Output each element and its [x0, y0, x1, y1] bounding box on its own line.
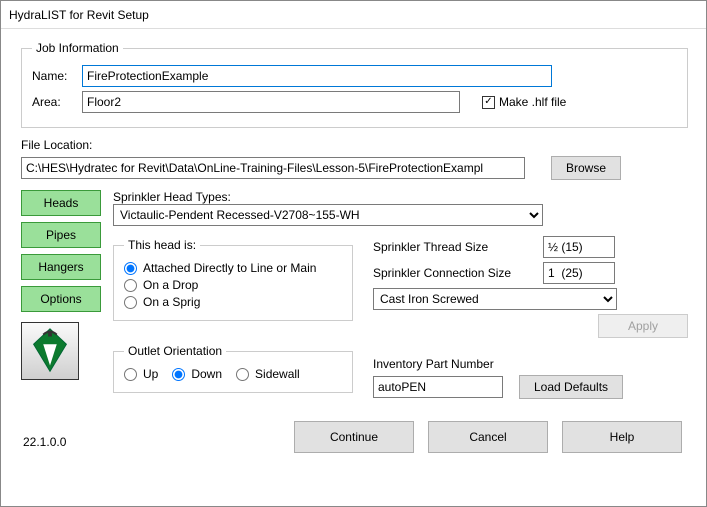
version-label: 22.1.0.0: [23, 435, 66, 449]
side-nav: Heads Pipes Hangers Options: [21, 190, 101, 403]
name-input[interactable]: [82, 65, 552, 87]
conn-size-input[interactable]: [543, 262, 615, 284]
this-head-group: This head is: Attached Directly to Line …: [113, 238, 353, 321]
tab-heads[interactable]: Heads: [21, 190, 101, 216]
load-defaults-button[interactable]: Load Defaults: [519, 375, 623, 399]
file-location-section: File Location: Browse: [21, 138, 688, 180]
tab-pipes[interactable]: Pipes: [21, 222, 101, 248]
head-type-select[interactable]: Victaulic-Pendent Recessed-V2708~155-WH: [113, 204, 543, 226]
window-title: HydraLIST for Revit Setup: [1, 1, 706, 29]
continue-button[interactable]: Continue: [294, 421, 414, 453]
help-button[interactable]: Help: [562, 421, 682, 453]
fitting-select[interactable]: Cast Iron Screwed: [373, 288, 617, 310]
inv-label: Inventory Part Number: [373, 357, 688, 371]
content-area: Job Information Name: Area: ✓ Make .hlf …: [1, 29, 706, 459]
thread-size-input[interactable]: [543, 236, 615, 258]
head-types-label: Sprinkler Head Types:: [113, 190, 688, 204]
check-icon: ✓: [482, 96, 495, 109]
this-head-legend: This head is:: [124, 238, 200, 252]
app-logo: [21, 322, 79, 380]
cancel-button[interactable]: Cancel: [428, 421, 548, 453]
job-info-legend: Job Information: [32, 41, 123, 55]
radio-sidewall[interactable]: Sidewall: [236, 367, 300, 381]
file-location-label: File Location:: [21, 138, 688, 152]
dialog-buttons: Continue Cancel Help: [21, 421, 688, 453]
radio-sprig[interactable]: On a Sprig: [124, 295, 342, 309]
area-label: Area:: [32, 95, 74, 109]
radio-down[interactable]: Down: [172, 367, 222, 381]
file-path-input[interactable]: [21, 157, 525, 179]
apply-button: Apply: [598, 314, 688, 338]
setup-window: HydraLIST for Revit Setup Job Informatio…: [0, 0, 707, 507]
conn-size-label: Sprinkler Connection Size: [373, 266, 533, 280]
radio-attached[interactable]: Attached Directly to Line or Main: [124, 261, 342, 275]
radio-drop[interactable]: On a Drop: [124, 278, 342, 292]
inv-part-input[interactable]: [373, 376, 503, 398]
make-hlf-label: Make .hlf file: [499, 95, 566, 109]
heads-panel: Sprinkler Head Types: Victaulic-Pendent …: [113, 190, 688, 403]
job-info-group: Job Information Name: Area: ✓ Make .hlf …: [21, 41, 688, 128]
tab-options[interactable]: Options: [21, 286, 101, 312]
tab-hangers[interactable]: Hangers: [21, 254, 101, 280]
make-hlf-checkbox[interactable]: ✓ Make .hlf file: [482, 95, 566, 109]
outlet-orientation-group: Outlet Orientation Up Down: [113, 344, 353, 393]
name-label: Name:: [32, 69, 74, 83]
radio-up[interactable]: Up: [124, 367, 158, 381]
browse-button[interactable]: Browse: [551, 156, 621, 180]
outlet-legend: Outlet Orientation: [124, 344, 226, 358]
thread-size-label: Sprinkler Thread Size: [373, 240, 533, 254]
area-input[interactable]: [82, 91, 460, 113]
